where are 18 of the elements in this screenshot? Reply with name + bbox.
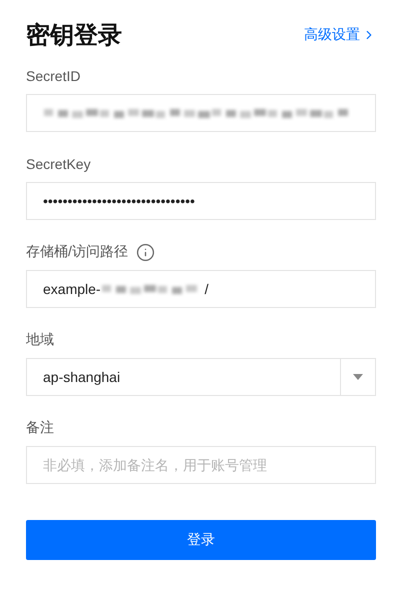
field-label: 存储桶/访问路径 (26, 243, 128, 261)
field-label: SecretID (26, 68, 80, 84)
field-value: / (204, 281, 208, 297)
field-label: 地域 (26, 331, 54, 349)
caret-icon (353, 374, 363, 380)
input-field[interactable]: example- / (26, 270, 376, 308)
info-icon[interactable] (136, 242, 155, 262)
login-button[interactable]: 登录 (26, 520, 376, 560)
field-label: SecretKey (26, 156, 91, 172)
advanced-settings-link[interactable]: 高级设置 (304, 26, 376, 44)
region-select[interactable]: ap-shanghai (26, 358, 376, 396)
field-value: example- (43, 281, 101, 297)
input-field[interactable]: ••••••••••••••••••••••••••••••• (26, 182, 376, 220)
page-title: 密钥登录 (26, 21, 122, 51)
field-label: 备注 (26, 419, 54, 437)
input-field[interactable]: 非必填，添加备注名，用于账号管理 (26, 446, 376, 484)
input-field[interactable] (26, 94, 376, 132)
password-dots: ••••••••••••••••••••••••••••••• (43, 193, 195, 209)
